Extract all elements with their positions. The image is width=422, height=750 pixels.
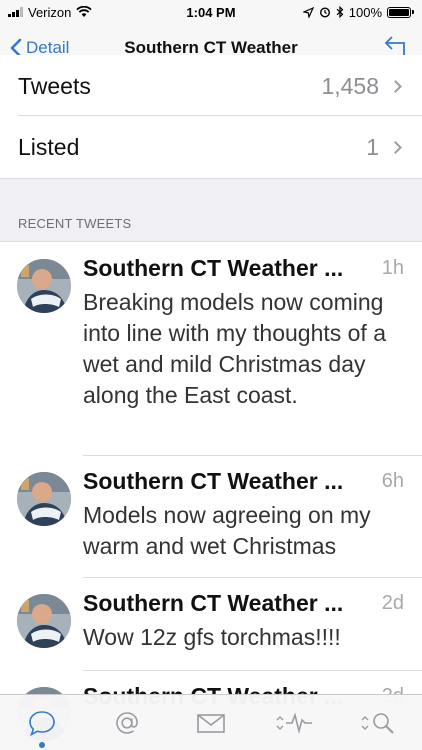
activity-icon	[276, 711, 313, 734]
stat-label: Listed	[18, 133, 80, 160]
tweet-text: Models now agreeing on my warm and wet C…	[83, 502, 371, 559]
at-sign-icon	[115, 711, 138, 734]
envelope-icon	[197, 713, 225, 733]
battery-icon	[387, 6, 414, 18]
profile-photo-icon	[17, 259, 71, 313]
tweet-cell[interactable]: Southern CT Weather ... 1h Breaking mode…	[0, 243, 422, 456]
chevron-right-icon	[389, 140, 402, 154]
alarm-clock-icon	[319, 7, 330, 18]
stat-label: Tweets	[18, 72, 91, 99]
wifi-icon	[76, 6, 93, 17]
stat-row-listed[interactable]: Listed 1	[0, 116, 422, 178]
avatar[interactable]	[17, 594, 71, 648]
tweet-author: Southern CT Weather ...	[83, 255, 344, 281]
app-screen: Verizon 1:04 PM 100% Detail Southern CT …	[0, 0, 422, 750]
stat-value: 1	[366, 133, 379, 160]
avatar[interactable]	[17, 472, 71, 526]
tweet-author: Southern CT Weather ...	[83, 590, 344, 616]
stat-row-tweets[interactable]: Tweets 1,458	[0, 55, 422, 117]
status-left: Verizon	[8, 4, 93, 20]
tab-search[interactable]	[350, 695, 410, 750]
tweet-author: Southern CT Weather ...	[83, 468, 344, 494]
battery-percent: 100%	[348, 4, 382, 20]
section-title: RECENT TWEETS	[18, 216, 132, 231]
bluetooth-icon	[336, 6, 344, 18]
tab-mentions[interactable]	[97, 695, 157, 750]
tab-activity[interactable]	[265, 695, 325, 750]
tweet-text: Breaking models now coming into line wit…	[83, 289, 386, 408]
chevron-right-icon	[389, 79, 402, 93]
signal-strength-icon	[8, 7, 23, 17]
tab-bar	[0, 694, 422, 750]
tweet-time: 1h	[381, 257, 404, 279]
section-header: RECENT TWEETS	[0, 178, 422, 242]
profile-photo-icon	[17, 594, 71, 648]
carrier-label: Verizon	[28, 4, 72, 20]
tweet-time: 2d	[381, 592, 404, 614]
status-bar: Verizon 1:04 PM 100%	[0, 0, 422, 24]
tab-conversations[interactable]	[12, 695, 72, 750]
tweet-time: 6h	[381, 470, 404, 492]
stat-value: 1,458	[321, 72, 379, 99]
active-tab-indicator	[39, 741, 46, 748]
location-arrow-icon	[302, 6, 314, 18]
tab-messages[interactable]	[181, 695, 241, 750]
tweet-text: Wow 12z gfs torchmas!!!!	[83, 624, 341, 650]
avatar[interactable]	[17, 259, 71, 313]
tweet-cell[interactable]: Southern CT Weather ... 6h Models now ag…	[0, 456, 422, 578]
chat-bubble-icon	[29, 710, 55, 736]
profile-photo-icon	[17, 472, 71, 526]
status-right: 100%	[302, 4, 414, 20]
search-icon	[361, 712, 394, 734]
tweet-cell[interactable]: Southern CT Weather ... 2d Wow 12z gfs t…	[0, 578, 422, 671]
